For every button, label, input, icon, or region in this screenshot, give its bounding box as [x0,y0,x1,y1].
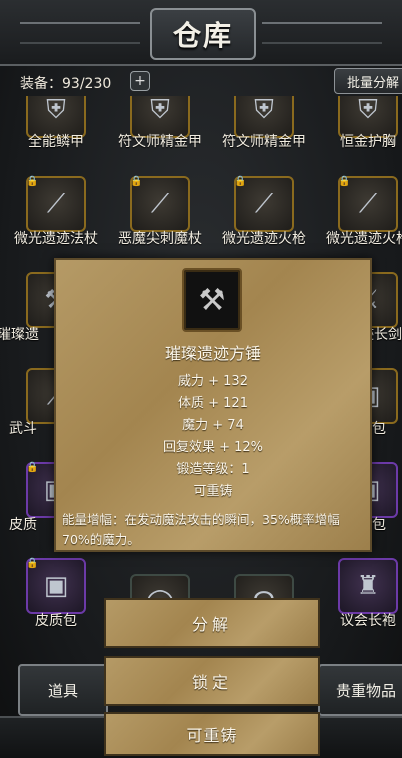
tooltip-stat: 魔力 + 74 [182,418,244,433]
tooltip-item-name: 璀璨遗迹方锤 [164,344,261,363]
page-title: 仓库 [150,8,256,60]
robe-icon: ♜ [356,571,380,601]
reforge-button[interactable]: 可重铸 [104,712,320,756]
batch-decompose-button[interactable]: 批量分解 [334,68,402,94]
staff-icon: ⟋ [46,188,66,219]
musket-icon: ⟋ [358,188,378,219]
item-name: 符文师精金甲 [118,134,202,150]
armor-icon: ⛨ [254,96,274,125]
hammer-icon: ⚒ [198,282,226,318]
item-name: 璀璨遗 [0,327,39,343]
item-slot[interactable]: 🔒 ⟋ [26,176,86,232]
title-ornament-right [262,22,382,44]
decompose-button[interactable]: 分解 [104,598,320,648]
tab-valuables[interactable]: 贵重物品 [318,664,402,716]
item-name: 全能鳞甲 [28,134,84,150]
wand-icon: ⟋ [150,188,170,219]
item-slot[interactable]: 🔒 ⟋ [130,176,190,232]
tooltip-description: 能量增幅：在发动魔法攻击的瞬间，35%概率增幅70%的魔力。 [62,512,340,547]
item-name: 微光遗迹火枪 [326,231,402,247]
tooltip-item-frame: ⚒ [182,268,242,332]
bag-icon: ▣ [43,571,69,601]
tooltip-stat: 威力 + 132 [178,374,248,389]
lock-button[interactable]: 锁定 [104,656,320,706]
item-name: 恒金护胸 [340,134,396,150]
item-name: 符文师精金甲 [222,134,306,150]
item-name: 恶魔尖刺魔杖 [118,231,202,247]
title-bar: 仓库 [0,0,402,66]
expand-capacity-button[interactable]: + [130,71,150,91]
musket-icon: ⟋ [254,188,274,219]
item-name: 议会长袍 [340,613,396,629]
item-name: 微光遗迹法杖 [14,231,98,247]
tooltip-stat: 体质 + 121 [178,396,248,411]
equipment-count: 装备：93/230 [20,76,112,92]
tooltip-stat: 回复效果 + 12% [162,440,264,455]
item-tooltip: ⚒ 璀璨遗迹方锤 威力 + 132 体质 + 121 魔力 + 74 回复效果 … [54,258,372,552]
game-window: 仓库 装备：93/230 + 批量分解 ⛨ ⛨ ⛨ ⛨ 全能鳞甲 符文师精金甲 … [0,0,402,758]
item-name: 皮质 [9,517,37,533]
armor-icon: ⛨ [150,96,170,125]
item-slot[interactable]: 🔒 ⟋ [338,176,398,232]
tooltip-stat: 可重铸 [193,484,233,499]
tooltip-stat: 锻造等级：1 [176,462,250,477]
item-slot[interactable]: 🔒▣ [26,558,86,614]
armor-icon: ⛨ [46,96,66,125]
tab-items[interactable]: 道具 [18,664,108,716]
item-name: 包 [372,517,386,533]
inventory-bar: 装备：93/230 + 批量分解 [0,68,402,96]
item-slot[interactable]: ♜ [338,558,398,614]
item-name: 包 [372,421,386,437]
item-slot[interactable]: 🔒 ⟋ [234,176,294,232]
item-name: 武斗 [9,421,37,437]
armor-icon: ⛨ [358,96,378,125]
item-name: 微光遗迹火枪 [222,231,306,247]
item-name: 皮质包 [35,613,77,629]
title-ornament-left [20,22,140,44]
